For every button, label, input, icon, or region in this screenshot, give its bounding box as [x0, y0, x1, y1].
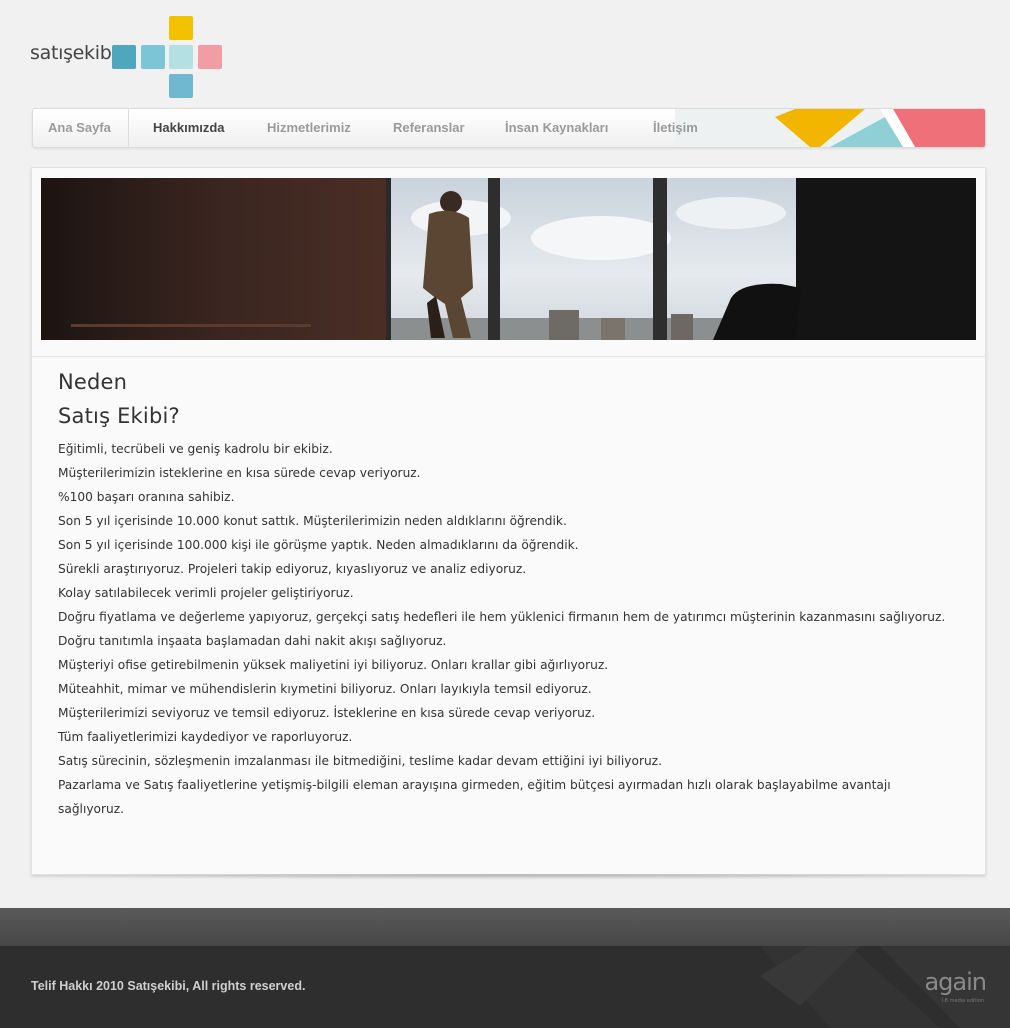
logo-square — [198, 45, 222, 69]
about-line: Son 5 yıl içerisinde 10.000 konut sattık… — [58, 514, 567, 528]
page-title-line-2: Satış Ekibi? — [58, 404, 180, 428]
about-line: Eğitimli, tecrübeli ve geniş kadrolu bir… — [58, 442, 333, 456]
about-line: Son 5 yıl içerisinde 100.000 kişi ile gö… — [58, 538, 579, 552]
brand-logo[interactable]: satışekibi — [30, 14, 230, 104]
about-line: Doğru fiyatlama ve değerleme yapıyoruz, … — [58, 610, 946, 624]
nav-item-hakkimizda[interactable]: Hakkımızda — [153, 109, 225, 147]
agency-logo-text: again — [924, 968, 987, 996]
footer: Telif Hakkı 2010 Satışekibi, All rights … — [0, 946, 1010, 1028]
about-line: %100 başarı oranına sahibiz. — [58, 490, 235, 504]
about-line: Pazarlama ve Satış faaliyetlerine yetişm… — [58, 778, 891, 792]
logo-square — [169, 45, 193, 69]
agency-logo[interactable]: again İ-B media edition — [924, 968, 987, 1004]
about-line: Müşteriyi ofise getirebilmenin yüksek ma… — [58, 658, 609, 672]
card-shadow — [16, 874, 1001, 880]
agency-logo-subtext: İ-B media edition — [941, 998, 985, 1004]
about-line: Müşterilerimizi seviyoruz ve temsil ediy… — [58, 706, 596, 720]
page-title-line-1: Neden — [58, 370, 128, 394]
nav-decoration — [675, 109, 985, 147]
hero-banner-image — [41, 178, 976, 340]
about-line: Tüm faaliyetlerimizi kaydediyor ve rapor… — [58, 730, 353, 744]
nav-item-ana-sayfa[interactable]: Ana Sayfa — [48, 109, 111, 147]
nav-item-referanslar[interactable]: Referanslar — [393, 109, 465, 147]
logo-square — [169, 16, 193, 40]
main-nav: Ana Sayfa Hakkımızda Hizmetlerimiz Refer… — [32, 108, 986, 148]
about-line: Doğru tanıtımla inşaata başlamadan dahi … — [58, 634, 447, 648]
about-line: Sürekli araştırıyoruz. Projeleri takip e… — [58, 562, 527, 576]
about-text: Eğitimli, tecrübeli ve geniş kadrolu bir… — [58, 437, 958, 821]
about-line: Satış sürecinin, sözleşmenin imzalanması… — [58, 754, 662, 768]
nav-item-insan-kaynaklari[interactable]: İnsan Kaynakları — [505, 109, 608, 147]
logo-square — [169, 74, 193, 98]
about-line: Müşterilerimizin isteklerine en kısa sür… — [58, 466, 421, 480]
logo-square — [141, 45, 165, 69]
about-line: Kolay satılabilecek verimli projeler gel… — [58, 586, 354, 600]
nav-item-iletisim[interactable]: İletişim — [653, 109, 698, 147]
footer-band — [0, 908, 1010, 946]
about-line: Müteahhit, mimar ve mühendislerin kıymet… — [58, 682, 592, 696]
about-line: sağlıyoruz. — [58, 802, 125, 816]
nav-divider — [128, 109, 129, 147]
content-card: Neden Satış Ekibi? Eğitimli, tecrübeli v… — [31, 167, 986, 875]
section-divider — [32, 356, 985, 357]
logo-square — [112, 45, 136, 69]
nav-item-hizmetlerimiz[interactable]: Hizmetlerimiz — [267, 109, 351, 147]
copyright-text: Telif Hakkı 2010 Satışekibi, All rights … — [31, 979, 306, 993]
brand-name: satışekibi — [30, 42, 117, 64]
